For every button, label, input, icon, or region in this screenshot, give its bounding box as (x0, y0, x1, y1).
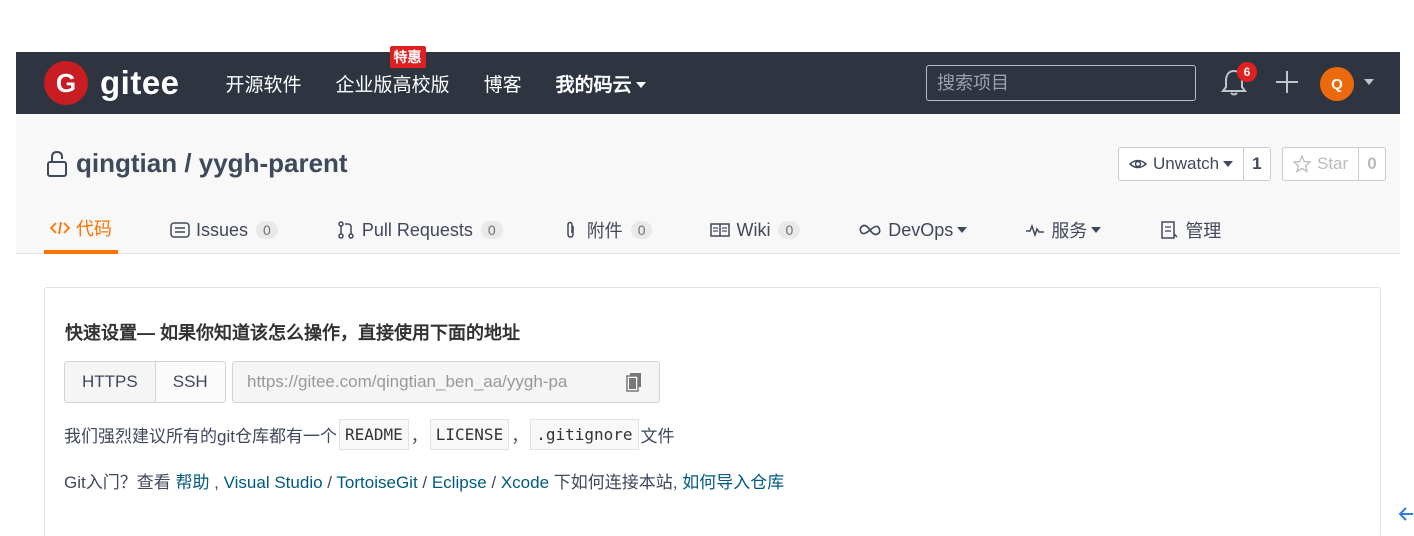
tab-pull-requests-label: Pull Requests (361, 219, 473, 240)
eclipse-link[interactable]: Eclipse (432, 473, 487, 492)
notification-badge: 6 (1237, 62, 1257, 82)
help-mid: 下如何连接本站, (549, 473, 683, 492)
tab-code-label: 代码 (76, 219, 112, 239)
repo-title: qingtian / yygh-parent (46, 148, 348, 179)
star-icon (1293, 155, 1311, 173)
star-label: Star (1317, 154, 1349, 173)
tab-attachments-label: 附件 (586, 221, 623, 241)
chevron-down-icon (1223, 161, 1234, 167)
unwatch-button[interactable]: Unwatch (1118, 147, 1245, 181)
infinity-icon (859, 224, 881, 236)
nav-link-blog[interactable]: 博客 (484, 70, 522, 97)
tab-pull-requests-count: 0 (480, 221, 503, 239)
tab-devops[interactable]: DevOps (852, 210, 973, 250)
quick-setup-panel: 快速设置— 如果你知道该怎么操作，直接使用下面的地址 HTTPS SSH htt… (44, 287, 1381, 536)
search-input[interactable] (926, 65, 1196, 101)
tortoisegit-link[interactable]: TortoiseGit (336, 473, 417, 492)
star-count[interactable]: 0 (1359, 147, 1386, 181)
nav-link-education[interactable]: 高校版 (393, 70, 450, 97)
license-chip: LICENSE (429, 419, 510, 450)
watch-count[interactable]: 1 (1244, 147, 1271, 181)
avatar[interactable]: Q (1320, 67, 1354, 101)
tab-services-label: 服务 (1051, 221, 1088, 241)
promo-badge: 特惠 (389, 45, 426, 68)
pull-request-icon (338, 221, 354, 239)
tab-devops-label: DevOps (888, 219, 954, 240)
tab-wiki-label: Wiki (736, 219, 771, 240)
ssh-button[interactable]: SSH (155, 361, 226, 403)
paperclip-icon (566, 221, 574, 238)
https-button[interactable]: HTTPS (64, 361, 156, 403)
chevron-down-icon (1091, 227, 1102, 233)
issues-icon (170, 222, 190, 238)
code-icon (50, 221, 70, 235)
copy-icon[interactable] (625, 372, 643, 392)
tab-code[interactable]: 代码 (44, 210, 118, 254)
tab-services[interactable]: 服务 (1019, 210, 1107, 250)
nav-link-my-gitee-label: 我的码云 (555, 74, 632, 96)
protocol-switch: HTTPS SSH (64, 361, 226, 403)
xcode-link[interactable]: Xcode (501, 473, 549, 492)
clone-url-text[interactable]: https://gitee.com/qingtian_ben_aa/yygh-p… (247, 372, 617, 392)
readme-chip: README (338, 419, 409, 450)
tab-manage-label: 管理 (1185, 221, 1222, 241)
lock-icon (47, 150, 67, 177)
gitee-logo[interactable]: G gitee (44, 61, 180, 105)
nav-link-enterprise[interactable]: 企业版 特惠 (335, 45, 426, 97)
tab-attachments[interactable]: 附件 0 (555, 210, 659, 250)
recommend-sep: ， (511, 427, 529, 446)
top-navbar: G gitee 开源软件 企业版 特惠 高校版 博客 我的码云 6 Q (16, 45, 1400, 114)
tab-pull-requests[interactable]: Pull Requests 0 (330, 210, 509, 250)
gitee-logo-text: gitee (100, 64, 180, 101)
arrow-left-icon[interactable] (1398, 505, 1414, 523)
git-help-text: Git入门？查看 帮助 , Visual Studio / TortoiseGi… (64, 473, 785, 492)
repo-header: qingtian / yygh-parent Unwatch 1 Star 0 (16, 114, 1400, 254)
eye-icon (1129, 159, 1147, 169)
star-group: Star 0 (1282, 147, 1386, 181)
tab-wiki-count: 0 (778, 221, 801, 239)
import-repo-link[interactable]: 如何导入仓库 (682, 473, 784, 492)
gitignore-chip: .gitignore (530, 419, 639, 450)
book-icon (710, 223, 731, 237)
pulse-icon (1026, 223, 1045, 238)
star-button[interactable]: Star (1282, 147, 1360, 181)
recommend-sep: ， (410, 427, 428, 446)
recommend-suffix: 文件 (640, 427, 675, 446)
tab-manage[interactable]: 管理 (1153, 210, 1227, 250)
unwatch-label: Unwatch (1153, 154, 1220, 173)
nav-link-open-source[interactable]: 开源软件 (226, 70, 302, 97)
tab-wiki[interactable]: Wiki 0 (704, 210, 806, 250)
recommend-prefix: 我们强烈建议所有的git仓库都有一个 (64, 427, 337, 446)
gitee-logo-mark: G (44, 61, 88, 105)
nav-links: 开源软件 企业版 特惠 高校版 博客 我的码云 (226, 45, 680, 97)
help-link[interactable]: 帮助 (175, 473, 209, 492)
watch-group: Unwatch 1 (1118, 147, 1271, 181)
chevron-down-icon (957, 227, 968, 233)
clone-url-field[interactable]: https://gitee.com/qingtian_ben_aa/yygh-p… (232, 361, 660, 403)
tab-issues-label: Issues (196, 219, 249, 240)
repo-tabs: 代码 Issues 0 Pull Requests 0 附件 0 Wiki 0 … (44, 210, 1273, 254)
nav-link-my-gitee[interactable]: 我的码云 (556, 70, 646, 97)
chevron-down-icon[interactable] (1364, 79, 1374, 85)
tab-issues[interactable]: Issues 0 (164, 210, 284, 250)
chevron-down-icon (635, 82, 646, 89)
repo-name[interactable]: qingtian / yygh-parent (76, 148, 348, 179)
help-prefix: Git入门？查看 (64, 473, 176, 492)
visual-studio-link[interactable]: Visual Studio (224, 473, 323, 492)
tab-issues-count: 0 (256, 221, 278, 239)
manage-icon (1161, 221, 1178, 239)
quick-setup-title: 快速设置— 如果你知道该怎么操作，直接使用下面的地址 (65, 323, 520, 343)
recommend-text: 我们强烈建议所有的git仓库都有一个 README ， LICENSE ， .g… (64, 419, 675, 450)
plus-icon[interactable] (1274, 69, 1300, 95)
tab-attachments-count: 0 (630, 221, 653, 239)
nav-link-enterprise-label: 企业版 (335, 74, 393, 96)
